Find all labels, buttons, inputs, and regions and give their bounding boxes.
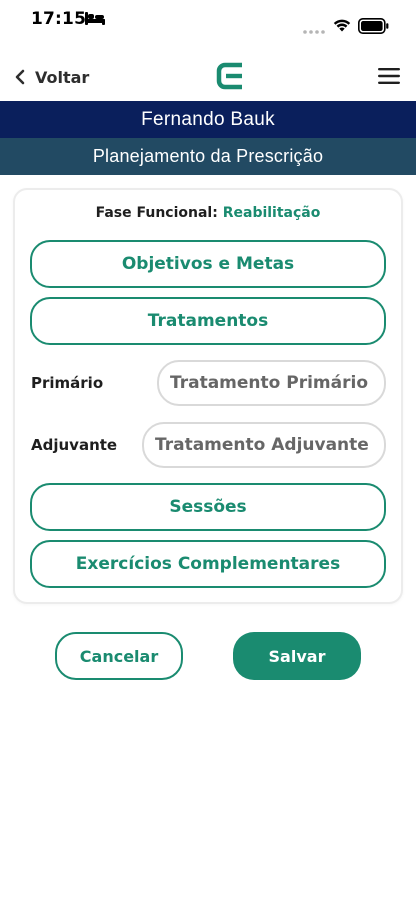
back-button[interactable]: Voltar: [14, 64, 89, 90]
adjuvant-treatment-input[interactable]: Tratamento Adjuvante: [142, 422, 386, 468]
section-title: Planejamento da Prescrição: [92, 146, 324, 166]
patient-name: Fernando Bauk: [141, 108, 275, 130]
save-button[interactable]: Salvar: [233, 632, 361, 680]
nav-bar: Voltar: [0, 52, 416, 100]
status-bar: 17:15: [0, 0, 416, 44]
cancel-button[interactable]: Cancelar: [55, 632, 183, 680]
functional-phase-label: Fase Funcional:: [95, 205, 218, 221]
functional-phase-row: Fase Funcional: Reabilitação: [0, 205, 416, 221]
patient-name-banner: Fernando Bauk: [0, 101, 416, 138]
status-time: 17:15: [31, 9, 87, 29]
bed-icon: [85, 12, 105, 25]
adjuvant-label: Adjuvante: [31, 436, 118, 454]
hamburger-menu-icon[interactable]: [378, 67, 400, 85]
logo-icon: [216, 62, 242, 90]
wifi-icon: [333, 19, 351, 32]
chevron-left-icon: [15, 69, 25, 85]
sessions-button[interactable]: Sessões: [30, 483, 386, 531]
signal-dots-icon: [303, 30, 325, 34]
back-label: Voltar: [35, 67, 90, 87]
functional-phase-value: Reabilitação: [222, 205, 321, 221]
section-title-banner: Planejamento da Prescrição: [0, 138, 416, 175]
treatments-button[interactable]: Tratamentos: [30, 297, 386, 345]
screen: 17:15 Voltar Fernando Bauk Planejamento …: [0, 0, 416, 900]
objectives-button[interactable]: Objetivos e Metas: [30, 240, 386, 288]
primary-treatment-input[interactable]: Tratamento Primário: [157, 360, 386, 406]
complementary-exercises-button[interactable]: Exercícios Complementares: [30, 540, 386, 588]
battery-icon: [358, 18, 389, 34]
primary-label: Primário: [31, 374, 104, 392]
